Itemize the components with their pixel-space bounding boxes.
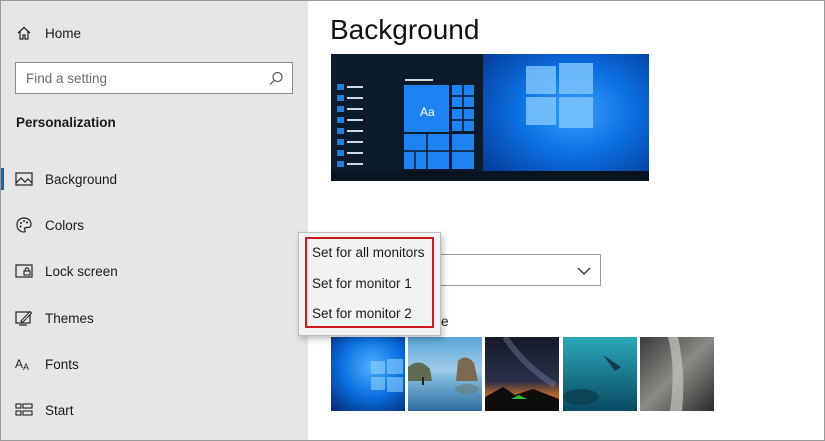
preview-tile-text: Aa bbox=[420, 105, 435, 119]
sidebar-item-label: Colors bbox=[45, 217, 85, 233]
chevron-down-icon bbox=[576, 263, 592, 279]
wallpaper-thumbnail-windows[interactable] bbox=[331, 337, 405, 411]
sidebar-item-colors[interactable]: Colors bbox=[1, 205, 308, 245]
wallpaper-thumbnail-night-sky[interactable] bbox=[485, 337, 559, 411]
page-title: Background bbox=[330, 14, 480, 45]
wallpaper-thumbnail-beach[interactable] bbox=[408, 337, 482, 411]
sidebar: Home Find a setting Personalization Back… bbox=[1, 1, 308, 440]
lock-screen-icon bbox=[14, 261, 34, 281]
context-menu: Set for all monitors Set for monitor 1 S… bbox=[298, 232, 441, 336]
fonts-icon: AA bbox=[14, 354, 34, 374]
sidebar-item-label: Lock screen bbox=[45, 263, 118, 279]
svg-text:A: A bbox=[15, 357, 23, 371]
search-placeholder: Find a setting bbox=[26, 71, 108, 86]
sidebar-item-label: Themes bbox=[45, 310, 94, 326]
search-icon bbox=[267, 70, 285, 88]
home-icon bbox=[14, 23, 34, 43]
picture-icon bbox=[14, 169, 34, 189]
sidebar-item-fonts[interactable]: AA Fonts bbox=[1, 344, 308, 384]
nav-home[interactable]: Home bbox=[1, 13, 308, 53]
sidebar-item-label: Background bbox=[45, 171, 118, 187]
sidebar-item-background[interactable]: Background bbox=[1, 159, 308, 199]
menu-item-set-monitor-2[interactable]: Set for monitor 2 bbox=[306, 298, 435, 328]
section-title: Personalization bbox=[16, 115, 116, 130]
menu-item-set-monitor-1[interactable]: Set for monitor 1 bbox=[306, 268, 435, 298]
themes-icon bbox=[14, 308, 34, 328]
wallpaper-thumbnail-rock[interactable] bbox=[640, 337, 714, 411]
menu-item-set-all-monitors[interactable]: Set for all monitors bbox=[306, 237, 435, 267]
sidebar-item-label: Fonts bbox=[45, 356, 79, 372]
palette-icon bbox=[14, 215, 34, 235]
sidebar-item-start[interactable]: Start bbox=[1, 390, 308, 430]
sidebar-item-themes[interactable]: Themes bbox=[1, 298, 308, 338]
start-icon bbox=[14, 400, 34, 420]
sidebar-item-lock-screen[interactable]: Lock screen bbox=[1, 251, 308, 291]
nav-home-label: Home bbox=[45, 25, 82, 41]
svg-text:A: A bbox=[23, 362, 29, 372]
wallpaper-thumbnail-underwater[interactable] bbox=[563, 337, 637, 411]
search-input[interactable]: Find a setting bbox=[15, 62, 293, 94]
sidebar-item-label: Start bbox=[45, 402, 74, 418]
background-preview: Aa bbox=[331, 54, 649, 181]
monitor-select-dropdown[interactable] bbox=[420, 254, 601, 286]
